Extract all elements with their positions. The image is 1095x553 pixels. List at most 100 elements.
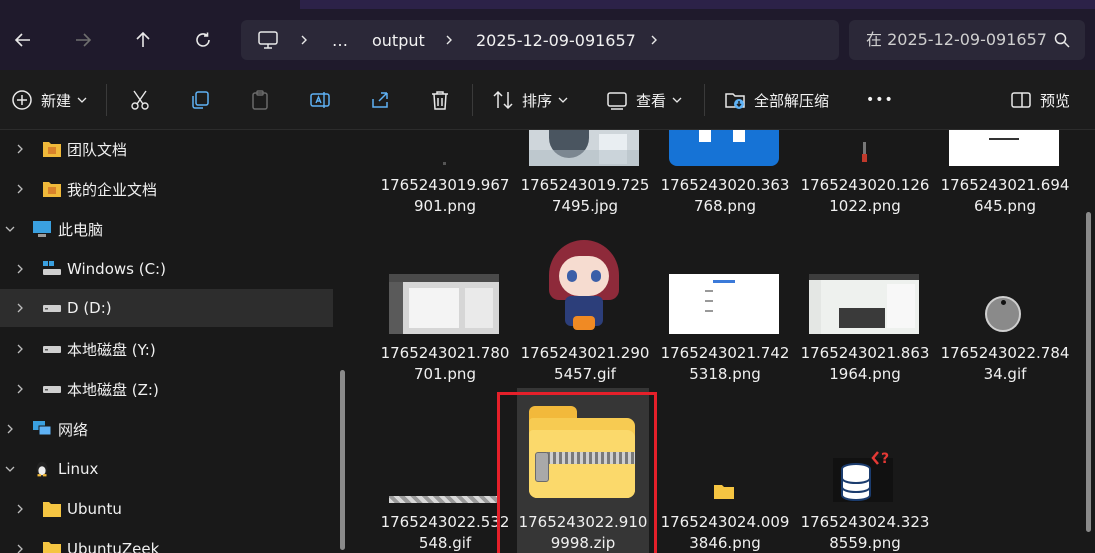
title-bar: … output 2025-12-09-091657 在 2025-12-09-… [0,0,1095,70]
rename-button[interactable] [309,70,331,130]
drive-icon [43,386,61,393]
sidebar-item-drive-z[interactable]: 本地磁盘 (Z:) [0,370,333,408]
plus-circle-icon [12,90,32,110]
address-bar[interactable]: … output 2025-12-09-091657 [241,20,839,60]
file-item[interactable]: 1765243021.8631964.png [799,230,931,390]
file-item[interactable]: 1765243020.1261022.png [799,130,931,220]
chevron-right-icon[interactable] [14,543,26,553]
back-button[interactable] [6,23,40,57]
chevron-right-icon[interactable] [4,423,16,435]
chevron-right-icon[interactable] [14,143,26,155]
sidebar-item-network[interactable]: 网络 [0,410,333,448]
chevron-down-icon[interactable] [4,223,16,235]
search-input[interactable]: 在 2025-12-09-091657 中搜索 [866,20,1046,60]
monitor-icon [258,31,278,49]
file-item[interactable]: 1765243019.7257495.jpg [519,130,651,220]
forward-button[interactable] [66,23,100,57]
file-name: 1765243019.967901.png [380,176,510,215]
chevron-right-icon[interactable] [14,343,26,355]
thumbnail [809,130,919,166]
copy-button[interactable] [189,70,211,130]
delete-button[interactable] [429,70,451,130]
view-button[interactable]: 查看 [606,70,682,130]
sidebar-item-team-docs[interactable]: 团队文档 [0,130,333,168]
thumbnail [949,270,1059,334]
question-icon: ? [871,451,889,467]
breadcrumb-current-folder[interactable]: 2025-12-09-091657 [476,20,636,60]
file-item[interactable]: 1765243019.967901.png [379,130,511,220]
thumbnail [529,230,639,334]
file-name: 1765243020.363768.png [660,176,790,215]
sidebar-item-drive-d[interactable]: D (D:) [0,289,333,327]
extract-all-button[interactable]: 全部解压缩 [724,70,829,130]
search-box[interactable]: 在 2025-12-09-091657 中搜索 [849,20,1085,60]
cut-button[interactable] [129,70,151,130]
chevron-down-icon[interactable] [4,463,16,475]
file-name: 1765243021.2905457.gif [520,344,650,383]
copy-icon [192,91,209,109]
file-item[interactable]: 1765243021.780701.png [379,230,511,390]
sidebar-scrollbar[interactable] [340,370,345,550]
more-options-button[interactable]: ••• [866,70,894,130]
refresh-button[interactable] [186,23,220,57]
breadcrumb-overflow[interactable]: … [332,20,348,60]
file-item[interactable]: 1765243021.2905457.gif [519,230,651,390]
thumbnail [389,274,499,334]
clipboard-icon [252,90,268,110]
chevron-right-icon[interactable] [649,35,659,45]
file-item[interactable]: 1765243021.694645.png [939,130,1071,220]
breadcrumb-output[interactable]: output [372,20,425,60]
title-bar-glow [300,0,1095,9]
sidebar-item-label: Ubuntu [67,500,122,518]
trash-icon [432,91,448,110]
thumbnail [949,130,1059,166]
preview-pane-button[interactable]: 预览 [1010,70,1070,130]
drive-icon [43,305,61,312]
chevron-right-icon[interactable] [14,263,26,275]
folder-icon [43,142,61,157]
chevron-right-icon[interactable] [14,383,26,395]
sidebar-item-label: 本地磁盘 (Z:) [67,380,159,399]
thumbnail [389,130,499,166]
share-button[interactable] [369,70,391,130]
folder-icon [714,485,734,499]
extract-all-label: 全部解压缩 [754,91,830,110]
thumbnail [669,482,779,502]
chevron-right-icon[interactable] [14,503,26,515]
up-button[interactable] [126,23,160,57]
file-item[interactable]: 1765243022.532548.gif [379,392,511,553]
file-item[interactable]: ? 1765243024.3238559.png [799,392,931,553]
file-item[interactable]: 1765243022.78434.gif [939,230,1071,390]
rename-icon [310,92,330,108]
network-icon [33,421,52,436]
file-name: 1765243021.780701.png [380,344,510,383]
chevron-right-icon[interactable] [14,183,26,195]
content-scrollbar[interactable] [1086,212,1091,532]
file-item[interactable]: 1765243024.0093846.png [659,392,791,553]
preview-pane-icon [1011,92,1031,108]
chevron-down-icon [77,97,87,103]
view-icon [607,92,627,110]
sidebar-item-this-pc[interactable]: 此电脑 [0,210,333,248]
sort-icon [493,90,513,110]
search-icon[interactable] [1053,31,1071,49]
sidebar-item-ubuntuzeek[interactable]: UbuntuZeek [0,530,333,553]
sidebar-item-drive-y[interactable]: 本地磁盘 (Y:) [0,330,333,368]
sidebar-item-my-enterprise-docs[interactable]: 我的企业文档 [0,170,333,208]
sort-button[interactable]: 排序 [492,70,568,130]
file-item[interactable]: 1765243020.363768.png [659,130,791,220]
file-item[interactable]: 1765243021.7425318.png [659,230,791,390]
toolbar-divider [106,84,107,116]
sidebar-item-ubuntu[interactable]: Ubuntu [0,490,333,528]
preview-label: 预览 [1040,91,1071,110]
chevron-right-icon[interactable] [14,302,26,314]
file-name: 1765243020.1261022.png [800,176,930,215]
paste-button[interactable] [249,70,271,130]
sidebar-item-label: Windows (C:) [67,260,166,278]
highlight-box [497,392,657,553]
sidebar-item-drive-c[interactable]: Windows (C:) [0,250,333,288]
new-button[interactable]: 新建 [11,70,87,130]
new-button-label: 新建 [41,91,72,110]
scissors-icon [131,90,149,110]
sidebar-item-linux[interactable]: Linux [0,450,333,488]
